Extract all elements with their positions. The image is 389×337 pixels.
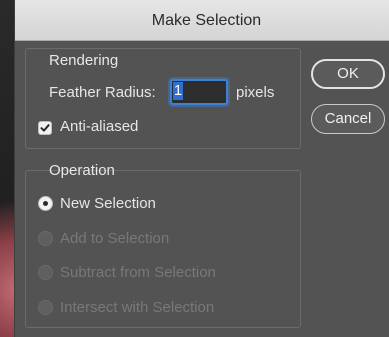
radio-add-to-selection[interactable] xyxy=(38,231,53,246)
dialog-title: Make Selection xyxy=(151,12,262,29)
anti-aliased-label[interactable]: Anti-aliased xyxy=(60,118,138,135)
option-new-selection-label[interactable]: New Selection xyxy=(60,195,156,212)
title-bar[interactable]: Make Selection xyxy=(15,0,389,41)
feather-radius-label: Feather Radius: xyxy=(49,84,156,101)
radio-intersect-with-selection[interactable] xyxy=(38,300,53,315)
option-subtract-from-selection-label[interactable]: Subtract from Selection xyxy=(60,264,216,281)
ok-button[interactable]: OK xyxy=(311,59,385,89)
option-add-to-selection-label[interactable]: Add to Selection xyxy=(60,230,169,247)
option-intersect-with-selection-label[interactable]: Intersect with Selection xyxy=(60,299,214,316)
feather-radius-selected-text: 1 xyxy=(173,82,183,100)
make-selection-dialog: Make Selection Rendering Feather Radius:… xyxy=(14,0,389,337)
radio-subtract-from-selection[interactable] xyxy=(38,265,53,280)
checkmark-icon xyxy=(40,124,50,132)
rendering-group-label: Rendering xyxy=(49,52,119,69)
radio-new-selection[interactable] xyxy=(38,196,53,211)
anti-aliased-checkbox[interactable] xyxy=(38,121,52,135)
cancel-button[interactable]: Cancel xyxy=(311,104,385,134)
feather-unit-label: pixels xyxy=(236,84,275,101)
operation-group-label: Operation xyxy=(49,162,115,179)
